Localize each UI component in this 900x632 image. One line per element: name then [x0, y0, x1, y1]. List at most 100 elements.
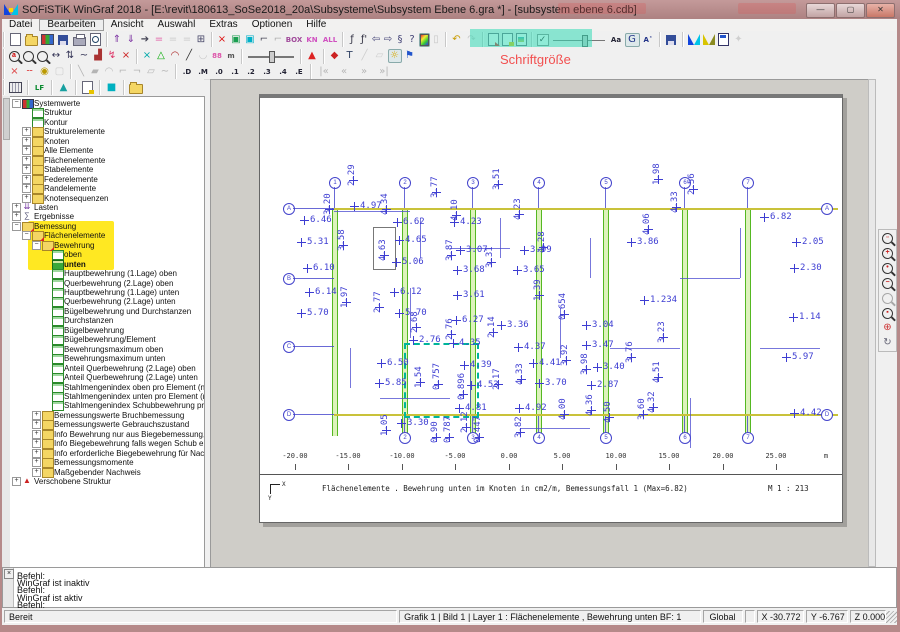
- zoom-out-button[interactable]: −: [880, 276, 895, 290]
- tree-item-info-bewehrung-nur-aus-biegebemessung[interactable]: +Info Bewehrung nur aus Biegebemessung,: [10, 430, 204, 439]
- tree-item-b-gelbewehrung-und-durchstanzen[interactable]: Bügelbewehrung und Durchstanzen: [10, 307, 204, 316]
- panel-folder-button[interactable]: [128, 81, 144, 95]
- tree-item-federelemente[interactable]: +Federelemente: [10, 175, 204, 184]
- corner-2-button[interactable]: ¬: [131, 65, 144, 79]
- tree-expander-expand-icon[interactable]: +: [22, 184, 31, 193]
- open-button[interactable]: [24, 33, 39, 47]
- tree-item-anteil-querbewehrung-2-lage-oben[interactable]: Anteil Querbewehrung (2.Lage) oben: [10, 364, 204, 373]
- font-select-button[interactable]: Aa: [609, 33, 624, 47]
- tree-item-bemessungswerte-gebrauchszustand[interactable]: +Bemessungswerte Gebrauchszustand: [10, 420, 204, 429]
- zoom-region-button[interactable]: ▫: [880, 231, 895, 245]
- tree-item-ergebnisse[interactable]: +∑Ergebnisse: [10, 212, 204, 221]
- tree-item-oben[interactable]: oben: [10, 250, 204, 259]
- pick-help-button[interactable]: ?: [407, 33, 418, 47]
- tree-item-bemessungswerte-bruchbemessung[interactable]: +Bemessungswerte Bruchbemessung: [10, 411, 204, 420]
- tree-item-hauptbewehrung-1-lage-oben[interactable]: Hauptbewehrung (1.Lage) oben: [10, 269, 204, 278]
- tree-item-unten[interactable]: unten: [10, 260, 204, 269]
- tree-expander-expand-icon[interactable]: +: [22, 156, 31, 165]
- tree-expander-expand-icon[interactable]: +: [32, 411, 41, 420]
- tree-item-durchstanzen[interactable]: Durchstanzen: [10, 316, 204, 325]
- decimals-1-button[interactable]: .1: [228, 65, 243, 79]
- tree-item-strukturelemente[interactable]: +Strukturelemente: [10, 127, 204, 136]
- tree-item-fl-chenelemente[interactable]: +Flächenelemente: [10, 156, 204, 165]
- decimals-4-button[interactable]: .4: [276, 65, 291, 79]
- clip-plane-button[interactable]: ×: [141, 49, 154, 63]
- tree-item-alle-elemente[interactable]: +Alle Elemente: [10, 146, 204, 155]
- tree-item-info-biegebewehrung-falls-wegen-schub-erh-ht[interactable]: +Info Biegebewehrung falls wegen Schub e…: [10, 439, 204, 448]
- rect-filled-button[interactable]: ▰: [89, 65, 102, 79]
- tree-item-randelemente[interactable]: +Randelemente: [10, 184, 204, 193]
- maximize-button[interactable]: ▢: [836, 3, 865, 18]
- menu-extras[interactable]: Extras: [202, 19, 244, 31]
- tree-item-verschobene-struktur[interactable]: +▲Verschobene Struktur: [10, 477, 204, 486]
- drawing-workspace[interactable]: 1234567234567ABCDAD2.293.773.511.982.564…: [210, 79, 870, 569]
- show-selection-button[interactable]: ▣: [244, 33, 257, 47]
- flag-button[interactable]: ⚑: [403, 49, 417, 63]
- tree-item-knotensequenzen[interactable]: +Knotensequenzen: [10, 194, 204, 203]
- pan-vertical-button[interactable]: ⇅: [64, 49, 77, 63]
- link-button[interactable]: §: [395, 33, 406, 47]
- tree-item-stabelemente[interactable]: +Stabelemente: [10, 165, 204, 174]
- delete-elements-button[interactable]: ×: [216, 33, 229, 47]
- tree-expander-expand-icon[interactable]: +: [12, 203, 21, 212]
- decimals-3-button[interactable]: .3: [260, 65, 275, 79]
- menu-ansicht[interactable]: Ansicht: [104, 19, 151, 31]
- export-page-3-button[interactable]: [515, 33, 528, 47]
- fontsize-slider-slider[interactable]: [553, 34, 605, 46]
- fill-triangle-button[interactable]: △: [155, 49, 168, 63]
- diagram-display-button[interactable]: ▟: [92, 49, 105, 63]
- crop-view-button[interactable]: ⌐: [258, 33, 271, 47]
- select-all-button[interactable]: ALL: [322, 33, 339, 47]
- import-db-button[interactable]: [40, 33, 55, 47]
- tree-item-bemessung[interactable]: −Bemessung: [10, 222, 204, 231]
- select-function-2-button[interactable]: ƒ': [359, 33, 370, 47]
- placeholder-box-button[interactable]: ▢: [53, 65, 67, 79]
- tree-expander-expand-icon[interactable]: +: [22, 137, 31, 146]
- menu-bearbeiten[interactable]: Bearbeiten: [39, 19, 103, 31]
- tree-item-knoten[interactable]: +Knoten: [10, 137, 204, 146]
- shift-left-button[interactable]: ⇦: [371, 33, 382, 47]
- text-tool-button[interactable]: T: [343, 49, 357, 63]
- tree-item-systemwerte[interactable]: −Systemwerte: [10, 99, 204, 108]
- corner-1-button[interactable]: ⌐: [117, 65, 130, 79]
- tree-item-stahlmengenindex-unten-pro-element-netto[interactable]: Stahlmengenindex unten pro Element (nett…: [10, 392, 204, 401]
- zoom-sheet-button[interactable]: [36, 49, 49, 63]
- tree-item-b-gelbewehrung[interactable]: Bügelbewehrung: [10, 326, 204, 335]
- tree-item-anteil-querbewehrung-2-lage-unten[interactable]: Anteil Querbewehrung (2.Lage) unten: [10, 373, 204, 382]
- tree-expander-expand-icon[interactable]: +: [32, 468, 41, 477]
- tree-item-bewehrung[interactable]: −Bewehrung: [10, 241, 204, 250]
- scale-slider-slider[interactable]: [248, 50, 294, 62]
- fontsize-slider-thumb[interactable]: [582, 35, 588, 47]
- arc-2-button[interactable]: ◠: [103, 65, 116, 79]
- minimize-button[interactable]: —: [806, 3, 835, 18]
- tree-item-stahlmengenindex-schubbewehrung-pro-ele[interactable]: Stahlmengenindex Schubbewehrung pro Ele: [10, 401, 204, 410]
- panel-table-button[interactable]: [8, 81, 24, 95]
- font-scale-button[interactable]: A˟: [641, 33, 656, 47]
- dimension-line-button[interactable]: ╌: [23, 65, 37, 79]
- tree-expander-expand-icon[interactable]: +: [22, 165, 31, 174]
- page-insert-before-button[interactable]: ⇑: [111, 33, 124, 47]
- zoom-view-button[interactable]: [22, 49, 35, 63]
- select-box-button[interactable]: BOX: [286, 33, 303, 47]
- page-first-button[interactable]: |«: [315, 65, 334, 79]
- tree-expander-expand-icon[interactable]: +: [32, 430, 41, 439]
- page-prev-button[interactable]: «: [335, 65, 354, 79]
- erase-tool-button[interactable]: ▱: [373, 49, 387, 63]
- tree-expander-expand-icon[interactable]: +: [22, 175, 31, 184]
- menu-optionen[interactable]: Optionen: [245, 19, 300, 31]
- font-fixed-button[interactable]: G: [625, 33, 640, 47]
- tree-expander-expand-icon[interactable]: +: [22, 127, 31, 136]
- zoom-previous-button[interactable]: [880, 291, 895, 305]
- marker-button[interactable]: ◆: [328, 49, 342, 63]
- tree-expander-collapse-icon[interactable]: −: [12, 222, 21, 231]
- tree-item-ma-gebender-nachweis[interactable]: +Maßgebender Nachweis: [10, 468, 204, 477]
- page-layout-button[interactable]: ⊞: [195, 33, 208, 47]
- output-close-icon[interactable]: ×: [4, 569, 14, 579]
- tree-item-querbewehrung-2-lage-unten[interactable]: Querbewehrung (2.Lage) unten: [10, 297, 204, 306]
- zoom-selection-button[interactable]: ▪: [880, 306, 895, 320]
- element-edges-button[interactable]: m: [225, 49, 238, 63]
- tree-expander-collapse-icon[interactable]: −: [22, 231, 31, 240]
- draw-tool-button[interactable]: ╱: [358, 49, 372, 63]
- line-tool-button[interactable]: ╱: [183, 49, 196, 63]
- tree-expander-expand-icon[interactable]: +: [32, 439, 41, 448]
